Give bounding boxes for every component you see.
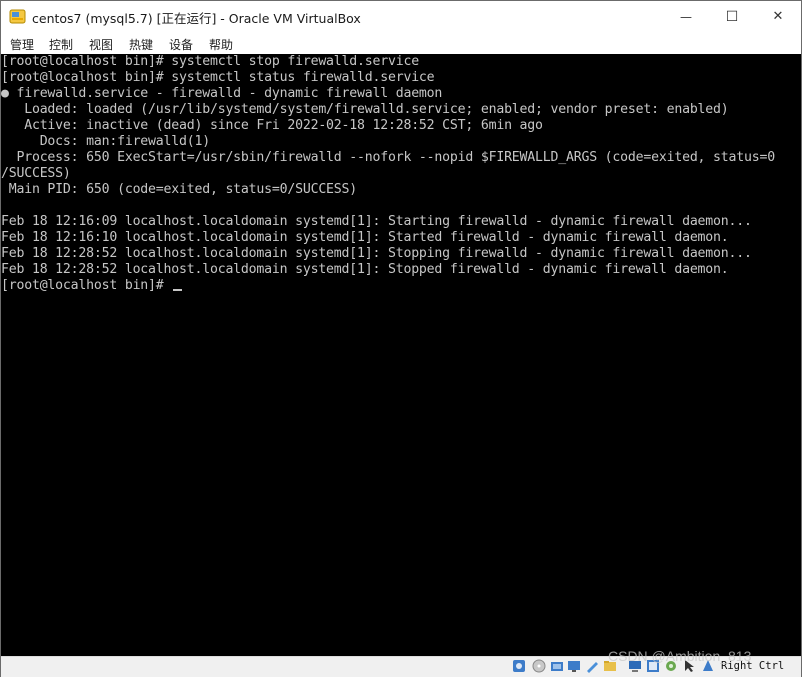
- menu-view[interactable]: 视图: [89, 36, 113, 53]
- audio-icon[interactable]: [550, 659, 564, 673]
- window-title: centos7 (mysql5.7) [正在运行] - Oracle VM Vi…: [32, 11, 361, 26]
- maximize-icon: ☐: [725, 8, 739, 25]
- title-bar[interactable]: centos7 (mysql5.7) [正在运行] - Oracle VM Vi…: [1, 1, 801, 32]
- console-line: Feb 18 12:16:10 localhost.localdomain sy…: [1, 230, 729, 245]
- menu-control[interactable]: 控制: [49, 36, 73, 53]
- minimize-icon: —: [680, 9, 692, 24]
- menu-hotkeys[interactable]: 热键: [129, 36, 153, 53]
- console-line: [root@localhost bin]# systemctl status f…: [1, 70, 435, 85]
- console-line: Docs: man:firewalld(1): [1, 134, 210, 149]
- usb-icon[interactable]: [585, 659, 599, 673]
- optical-drive-icon[interactable]: [532, 659, 546, 673]
- minimize-button[interactable]: —: [663, 1, 709, 32]
- console-prompt-line: [root@localhost bin]#: [1, 278, 183, 294]
- console-line: Loaded: loaded (/usr/lib/systemd/system/…: [1, 102, 729, 117]
- console-line: ● firewalld.service - firewalld - dynami…: [1, 86, 443, 101]
- console-line: Feb 18 12:16:09 localhost.localdomain sy…: [1, 214, 752, 229]
- text-cursor: [173, 289, 183, 291]
- virtualbox-window: centos7 (mysql5.7) [正在运行] - Oracle VM Vi…: [0, 0, 802, 677]
- maximize-button[interactable]: ☐: [709, 1, 755, 32]
- console-prompt: [root@localhost bin]#: [1, 278, 172, 293]
- watermark-text: CSDN @Ambition_813: [608, 648, 752, 664]
- close-icon: ✕: [772, 9, 784, 24]
- menu-devices[interactable]: 设备: [169, 36, 193, 53]
- console-line: Process: 650 ExecStart=/usr/sbin/firewal…: [1, 150, 775, 165]
- console-line: Main PID: 650 (code=exited, status=0/SUC…: [1, 182, 358, 197]
- console-line: Active: inactive (dead) since Fri 2022-0…: [1, 118, 543, 133]
- disk-icon[interactable]: [512, 659, 526, 673]
- vm-console-screen[interactable]: [root@localhost bin]# systemctl stop fir…: [1, 54, 801, 656]
- menu-manage[interactable]: 管理: [10, 36, 34, 53]
- console-line: [root@localhost bin]# systemctl stop fir…: [1, 54, 419, 69]
- close-button[interactable]: ✕: [755, 1, 801, 32]
- console-line: Feb 18 12:28:52 localhost.localdomain sy…: [1, 246, 752, 261]
- menu-help[interactable]: 帮助: [209, 36, 233, 53]
- virtualbox-app-icon: [9, 9, 26, 24]
- console-line: /SUCCESS): [1, 166, 71, 181]
- console-line: Feb 18 12:28:52 localhost.localdomain sy…: [1, 262, 729, 277]
- network-icon[interactable]: [567, 659, 581, 673]
- menu-bar: 管理 控制 视图 热键 设备 帮助: [1, 32, 801, 54]
